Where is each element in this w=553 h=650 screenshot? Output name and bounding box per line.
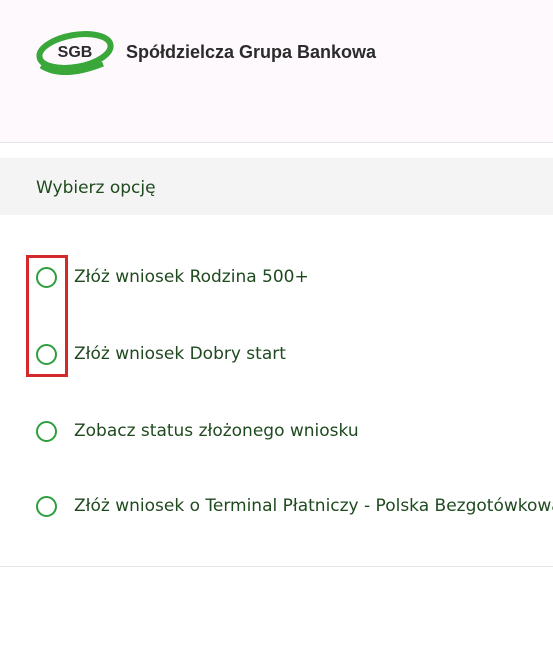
option-terminal-platniczy[interactable]: Złóż wniosek o Terminal Płatniczy - Pols… — [36, 491, 553, 521]
radio-button[interactable] — [36, 266, 57, 288]
radio-button[interactable] — [36, 420, 57, 442]
option-label: Złóż wniosek Dobry start — [74, 344, 286, 364]
radio-button[interactable] — [36, 495, 57, 517]
section-title: Wybierz opcję — [36, 178, 156, 198]
radio-button[interactable] — [36, 343, 57, 365]
option-label: Złóż wniosek Rodzina 500+ — [74, 267, 309, 287]
option-dobry-start[interactable]: Złóż wniosek Dobry start — [36, 339, 553, 369]
option-label: Złóż wniosek o Terminal Płatniczy - Pols… — [74, 496, 553, 516]
page-header: SGB Spółdzielcza Grupa Bankowa — [0, 0, 553, 143]
divider — [0, 566, 553, 567]
brand-name: Spółdzielcza Grupa Bankowa — [126, 42, 377, 62]
option-label: Zobacz status złożonego wniosku — [74, 421, 359, 441]
option-rodzina-500[interactable]: Złóż wniosek Rodzina 500+ — [36, 262, 553, 292]
option-status-wniosku[interactable]: Zobacz status złożonego wniosku — [36, 416, 553, 446]
logo-text: SGB — [58, 44, 93, 61]
sgb-logo[interactable]: SGB — [33, 26, 119, 78]
